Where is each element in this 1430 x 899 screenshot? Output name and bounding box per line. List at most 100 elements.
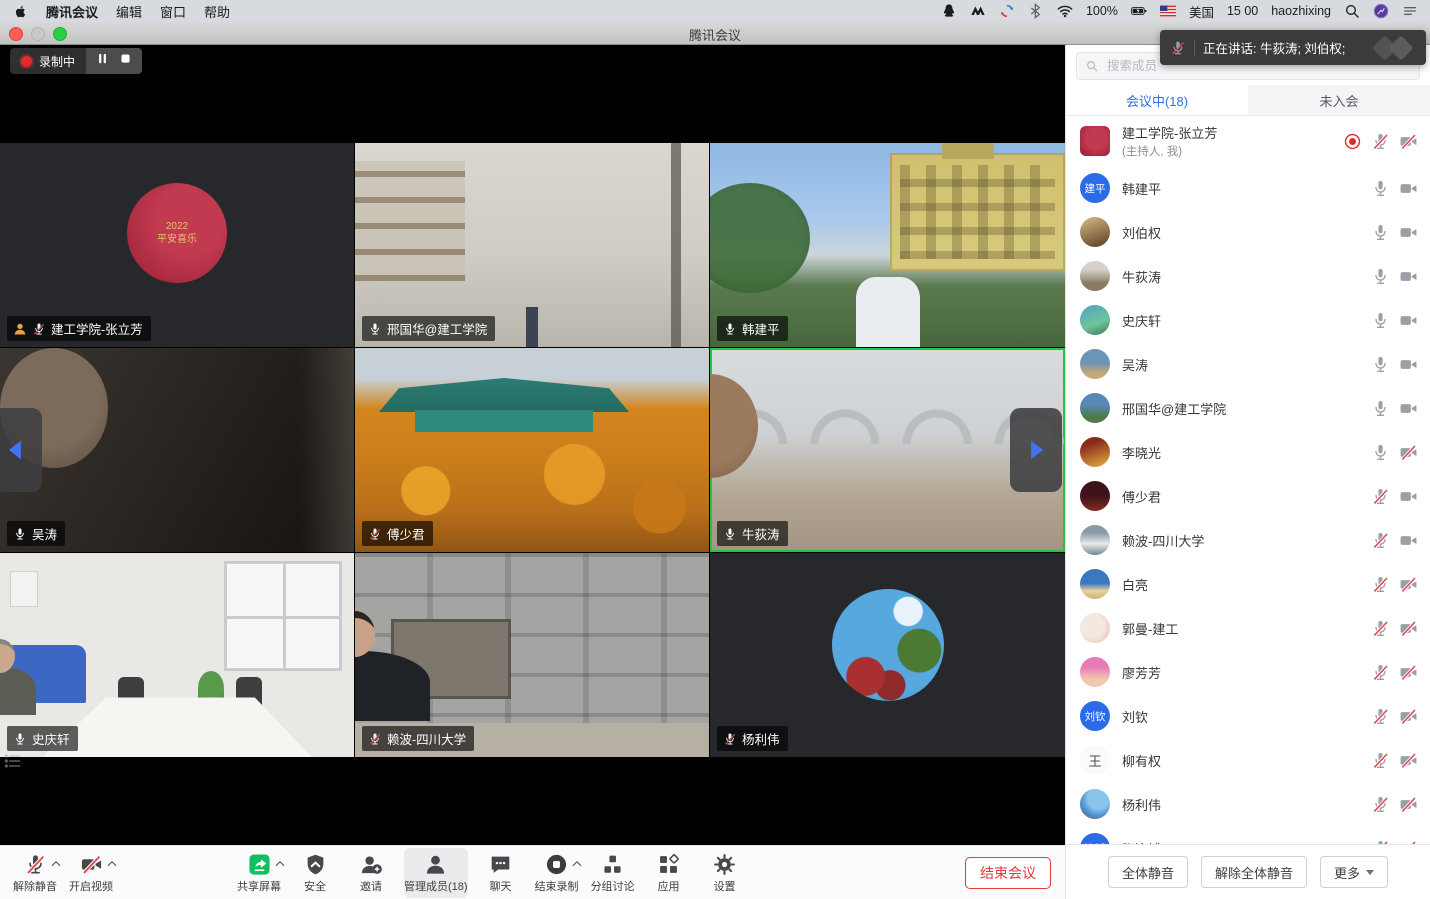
breakout-rooms-button[interactable]: 分组讨论 (590, 848, 636, 898)
notification-list-icon[interactable] (1402, 3, 1418, 19)
recording-indicator: 录制中 (10, 48, 142, 74)
video-tile[interactable]: 邢国华@建工学院 (355, 143, 709, 347)
settings-button[interactable]: 设置 (702, 848, 748, 898)
mic-muted-icon (1371, 575, 1390, 594)
member-status-icons[interactable] (1371, 531, 1418, 550)
member-name: 李晓光 (1122, 443, 1371, 462)
more-button[interactable]: 更多 (1320, 856, 1388, 888)
member-status-icons[interactable] (1371, 795, 1418, 814)
member-status-icons[interactable] (1371, 223, 1418, 242)
chat-button[interactable]: 聊天 (478, 848, 524, 898)
member-status-icons[interactable] (1371, 751, 1418, 770)
spotlight-search-icon[interactable] (1344, 3, 1360, 19)
member-status-icons[interactable] (1371, 399, 1418, 418)
tab-in-meeting[interactable]: 会议中(18) (1066, 85, 1248, 115)
camera-on-icon (1399, 179, 1418, 198)
stop-recording-icon-button[interactable] (118, 51, 133, 71)
member-row[interactable]: 廖芳芳 (1066, 650, 1430, 694)
security-button[interactable]: 安全 (292, 848, 338, 898)
pause-recording-button[interactable] (95, 51, 110, 71)
unmute-all-button[interactable]: 解除全体静音 (1201, 856, 1307, 888)
member-row[interactable]: 杨利伟 (1066, 782, 1430, 826)
member-role: (主持人, 我) (1122, 143, 1343, 159)
video-tile[interactable]: 史庆轩 (0, 553, 354, 757)
member-row[interactable]: 王柳有权 (1066, 738, 1430, 782)
chevron-up-icon[interactable] (571, 857, 583, 869)
member-status-icons[interactable] (1371, 443, 1418, 462)
member-row[interactable]: 邢国华@建工学院 (1066, 386, 1430, 430)
tab-not-joined[interactable]: 未入会 (1248, 85, 1430, 115)
stop-recording-button[interactable]: 结束录制 (534, 848, 580, 898)
unmute-button[interactable]: 解除静音 (12, 848, 58, 898)
tencent-meeting-app: 腾讯会议 编辑 窗口 帮助 100% 美国 15 00 haozhixing (0, 0, 1430, 899)
input-source-flag-icon[interactable] (1160, 3, 1176, 19)
member-row[interactable]: 建工学院-张立芳(主持人, 我) (1066, 116, 1430, 166)
invite-button[interactable]: 邀请 (348, 848, 394, 898)
member-status-icons[interactable] (1371, 663, 1418, 682)
member-status-icons[interactable] (1371, 267, 1418, 286)
apple-icon[interactable] (14, 4, 28, 19)
member-row[interactable]: 刘伯权 (1066, 210, 1430, 254)
macos-menu-bar: 腾讯会议 编辑 窗口 帮助 100% 美国 15 00 haozhixing (0, 0, 1430, 22)
member-status-icons[interactable] (1371, 355, 1418, 374)
member-row[interactable]: 白亮 (1066, 562, 1430, 606)
member-row[interactable]: 傅少君 (1066, 474, 1430, 518)
bluetooth-icon[interactable] (1028, 3, 1044, 19)
start-video-button[interactable]: 开启视频 (68, 848, 114, 898)
mic-muted-icon (1371, 663, 1390, 682)
qq-icon[interactable] (941, 3, 957, 19)
chevron-up-icon[interactable] (106, 857, 118, 869)
mic-on-icon (723, 527, 737, 541)
cam-muted-icon (80, 853, 103, 876)
member-row[interactable]: 建平韩建平 (1066, 166, 1430, 210)
menu-app-name[interactable]: 腾讯会议 (46, 2, 98, 21)
user-label[interactable]: haozhixing (1271, 4, 1331, 18)
member-row[interactable]: 刘钦刘钦 (1066, 694, 1430, 738)
video-tile[interactable]: 杨利伟 (710, 553, 1065, 757)
member-row[interactable]: 史庆轩 (1066, 298, 1430, 342)
camera-on-icon (1399, 311, 1418, 330)
video-tile[interactable]: 韩建平 (710, 143, 1065, 347)
member-row[interactable]: 李晓光 (1066, 430, 1430, 474)
next-page-button[interactable] (1010, 408, 1062, 492)
member-status-icons[interactable] (1371, 487, 1418, 506)
input-source-label[interactable]: 美国 (1189, 2, 1214, 21)
menu-edit[interactable]: 编辑 (116, 2, 142, 21)
apps-button[interactable]: 应用 (646, 848, 692, 898)
share-screen-button[interactable]: 共享屏幕 (236, 848, 282, 898)
video-tile[interactable]: 吴涛 (0, 348, 354, 552)
speaking-text: 正在讲话: 牛荻涛; 刘伯权; (1203, 38, 1345, 57)
clock-label[interactable]: 15 00 (1227, 4, 1258, 18)
prev-page-button[interactable] (0, 408, 42, 492)
member-name: 邢国华@建工学院 (1122, 399, 1371, 418)
wifi-icon[interactable] (1057, 3, 1073, 19)
member-name: 史庆轩 (1122, 311, 1371, 330)
video-tile[interactable]: 赖波-四川大学 (355, 553, 709, 757)
sync-icon[interactable] (999, 3, 1015, 19)
mute-all-button[interactable]: 全体静音 (1108, 856, 1188, 888)
menu-window[interactable]: 窗口 (160, 2, 186, 21)
member-status-icons[interactable] (1371, 619, 1418, 638)
app-m-icon[interactable] (970, 3, 986, 19)
member-row[interactable]: 牛荻涛 (1066, 254, 1430, 298)
member-status-icons[interactable] (1371, 311, 1418, 330)
camera-muted-icon (1399, 663, 1418, 682)
video-tile[interactable]: 2022平安喜乐建工学院-张立芳 (0, 143, 354, 347)
member-row[interactable]: 连博张连博 (1066, 826, 1430, 844)
video-tile[interactable]: 傅少君 (355, 348, 709, 552)
end-meeting-button[interactable]: 结束会议 (965, 857, 1051, 889)
list-view-icon[interactable] (3, 751, 23, 771)
manage-members-button[interactable]: 管理成员(18) (404, 848, 468, 898)
chevron-up-icon[interactable] (274, 857, 286, 869)
assistant-icon[interactable] (1373, 3, 1389, 19)
member-row[interactable]: 赖波-四川大学 (1066, 518, 1430, 562)
member-row[interactable]: 郭曼-建工 (1066, 606, 1430, 650)
member-status-icons[interactable] (1371, 707, 1418, 726)
member-status-icons[interactable] (1371, 575, 1418, 594)
member-status-icons[interactable] (1343, 132, 1418, 151)
menu-help[interactable]: 帮助 (204, 2, 230, 21)
member-status-icons[interactable] (1371, 179, 1418, 198)
chevron-up-icon[interactable] (50, 857, 62, 869)
member-row[interactable]: 吴涛 (1066, 342, 1430, 386)
meeting-toolbar: 解除静音开启视频 共享屏幕安全邀请管理成员(18)聊天结束录制分组讨论应用设置 结束… (0, 845, 1065, 899)
